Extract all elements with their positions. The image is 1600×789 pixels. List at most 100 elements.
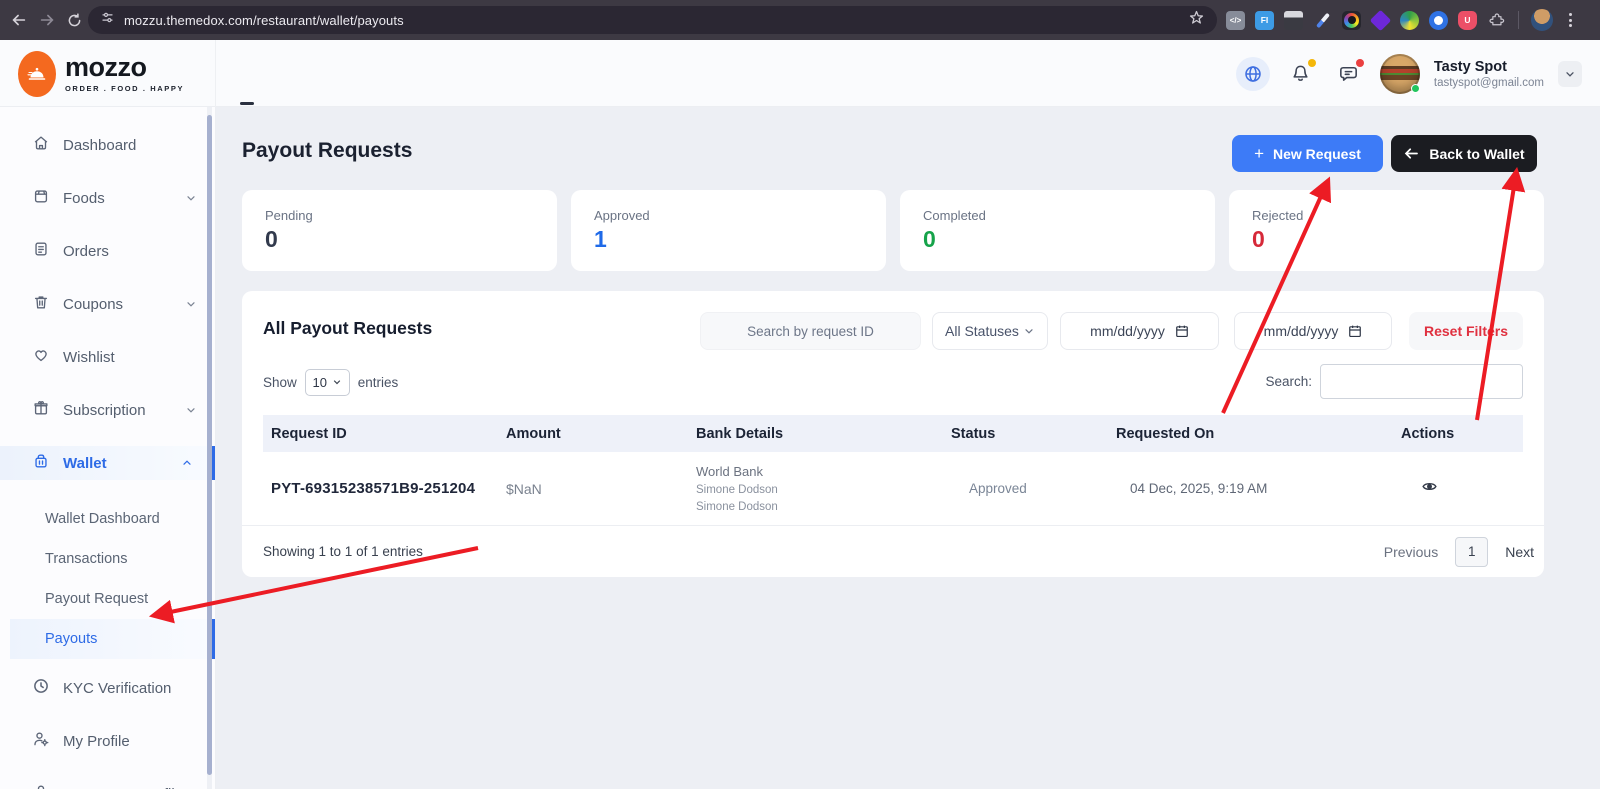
extension-clapper-icon[interactable] [1284, 10, 1303, 30]
browser-profile-avatar[interactable] [1531, 9, 1553, 31]
previous-page-button[interactable]: Previous [1384, 544, 1438, 560]
col-requested-on: Requested On [1116, 425, 1215, 442]
sidebar-item-coupons[interactable]: Coupons [0, 287, 215, 321]
user-avatar[interactable] [1379, 53, 1420, 94]
notifications-bell-icon[interactable] [1284, 57, 1318, 91]
sidebar-item-dashboard[interactable]: Dashboard [0, 128, 215, 162]
table-row: PYT-69315238571B9-251204 $NaN World Bank… [263, 452, 1523, 525]
language-globe-icon[interactable] [1235, 56, 1270, 91]
browser-toolbar: mozzu.themedox.com/restaurant/wallet/pay… [0, 0, 1600, 40]
extension-fi-icon[interactable]: FI [1255, 10, 1274, 30]
next-page-button[interactable]: Next [1505, 544, 1534, 560]
sidebar-subitem-payout-request[interactable]: Payout Request [0, 579, 215, 619]
back-to-wallet-button[interactable]: Back to Wallet [1391, 135, 1537, 172]
url-text: mozzu.themedox.com/restaurant/wallet/pay… [124, 12, 404, 28]
sidebar-item-foods[interactable]: Foods [0, 181, 215, 215]
section-title: All Payout Requests [263, 318, 433, 338]
online-status-dot [1410, 83, 1420, 93]
page-number-button[interactable]: 1 [1455, 536, 1489, 567]
completed-count: 0 [923, 226, 936, 252]
chevron-down-icon [185, 192, 197, 204]
brand-name: mozzo [65, 52, 147, 82]
browser-menu-icon[interactable] [1563, 13, 1578, 27]
page-size-select[interactable]: 10 [304, 368, 350, 396]
sidebar: Dashboard Foods Orders Coupons Wishlist … [0, 107, 216, 789]
extension-shield-icon[interactable]: U [1458, 10, 1477, 30]
back-icon[interactable] [10, 11, 28, 29]
col-amount: Amount [506, 425, 561, 442]
extensions-row: </> FI U [1226, 0, 1578, 40]
calendar-icon [1349, 325, 1362, 338]
main-content: Payout Requests + New Request Back to Wa… [216, 107, 1600, 789]
reset-filters-button[interactable]: Reset Filters [1409, 312, 1523, 350]
stat-card-pending: Pending 0 [242, 190, 557, 271]
sidebar-subitem-payouts[interactable]: Payouts [10, 619, 215, 659]
chevron-up-icon [181, 457, 193, 469]
heart-icon [32, 346, 50, 369]
approved-count: 1 [594, 226, 607, 252]
user-email: tastyspot@gmail.com [1433, 76, 1544, 89]
rejected-count: 0 [1252, 226, 1265, 252]
col-status: Status [951, 425, 996, 442]
sidebar-subitem-wallet-dashboard[interactable]: Wallet Dashboard [0, 499, 215, 539]
bell-badge [1307, 58, 1316, 67]
wallet-icon [32, 452, 50, 475]
sidebar-item-wishlist[interactable]: Wishlist [0, 340, 215, 374]
site-settings-icon[interactable] [100, 10, 115, 30]
calendar-icon [1175, 325, 1188, 338]
profile-gear-icon [32, 730, 50, 753]
bank-details-value: World Bank Simone Dodson Simone Dodson [696, 464, 778, 513]
new-request-button[interactable]: + New Request [1232, 135, 1383, 172]
sidebar-item-kyc[interactable]: KYC Verification [0, 671, 215, 705]
user-meta: Tasty Spot tastyspot@gmail.com [1434, 59, 1544, 89]
address-bar[interactable]: mozzu.themedox.com/restaurant/wallet/pay… [88, 6, 1217, 34]
extension-code-icon[interactable]: </> [1226, 10, 1245, 30]
messages-chat-icon[interactable] [1332, 57, 1366, 91]
amount-value: $NaN [506, 480, 542, 497]
view-eye-icon[interactable] [1393, 478, 1523, 500]
coupon-icon [32, 293, 50, 316]
sidebar-item-orders[interactable]: Orders [0, 234, 215, 268]
sidebar-scrollbar-thumb[interactable] [207, 115, 212, 775]
stats-cards: Pending 0 Approved 1 Completed 0 Rejecte… [242, 190, 1544, 271]
date-from-input[interactable]: mm/dd/yyyy [1060, 312, 1219, 350]
food-box-icon [32, 187, 50, 210]
back-arrow-icon [1405, 148, 1419, 159]
extension-downloader-icon[interactable] [1400, 10, 1419, 30]
requested-on-value: 04 Dec, 2025, 9:19 AM [1130, 481, 1268, 496]
sidebar-subitem-transactions[interactable]: Transactions [0, 539, 215, 579]
sidebar-item-wallet[interactable]: Wallet [0, 446, 215, 480]
user-name: Tasty Spot [1433, 58, 1507, 75]
pagination: Previous 1 Next [1384, 536, 1534, 567]
col-actions: Actions [1401, 425, 1455, 442]
chevron-down-icon [1025, 329, 1033, 334]
kyc-clock-icon [32, 677, 50, 700]
screen: mozzu.themedox.com/restaurant/wallet/pay… [0, 0, 1600, 789]
date-to-input[interactable]: mm/dd/yyyy [1234, 312, 1392, 350]
chevron-down-icon [185, 404, 197, 416]
brand-logo[interactable]: mozzo ORDER . FOOD . HAPPY [0, 40, 216, 107]
profile-menu-chevron-icon[interactable] [1558, 60, 1582, 87]
extensions-puzzle-icon[interactable] [1487, 11, 1506, 30]
refresh-icon[interactable] [66, 12, 83, 29]
sidebar-item-subscription[interactable]: Subscription [0, 393, 215, 427]
stat-card-approved: Approved 1 [571, 190, 886, 271]
brand-tagline: ORDER . FOOD . HAPPY [65, 84, 185, 93]
sidebar-item-my-profile[interactable]: My Profile [0, 724, 215, 758]
status-filter-select[interactable]: All Statuses [932, 312, 1048, 350]
forward-icon[interactable] [38, 11, 56, 29]
extension-diamond-icon[interactable] [1369, 9, 1392, 31]
extension-pen-icon[interactable] [1313, 11, 1332, 30]
subscription-gift-icon [32, 399, 50, 422]
chat-badge [1355, 58, 1364, 67]
table-header-row: Request ID Amount Bank Details Status Re… [263, 415, 1523, 452]
status-value: Approved [969, 481, 1027, 496]
extension-gear-icon[interactable] [1429, 10, 1448, 30]
extension-camera-icon[interactable] [1342, 10, 1361, 30]
pending-count: 0 [265, 226, 278, 252]
sidebar-item-restaurant-profile[interactable]: Restaurant Profile [0, 777, 215, 789]
table-search-input[interactable] [1320, 364, 1523, 399]
table-footer: Showing 1 to 1 of 1 entries Previous 1 N… [242, 525, 1544, 577]
request-id-search-input[interactable] [701, 323, 920, 339]
bookmark-star-icon[interactable] [1188, 9, 1205, 31]
